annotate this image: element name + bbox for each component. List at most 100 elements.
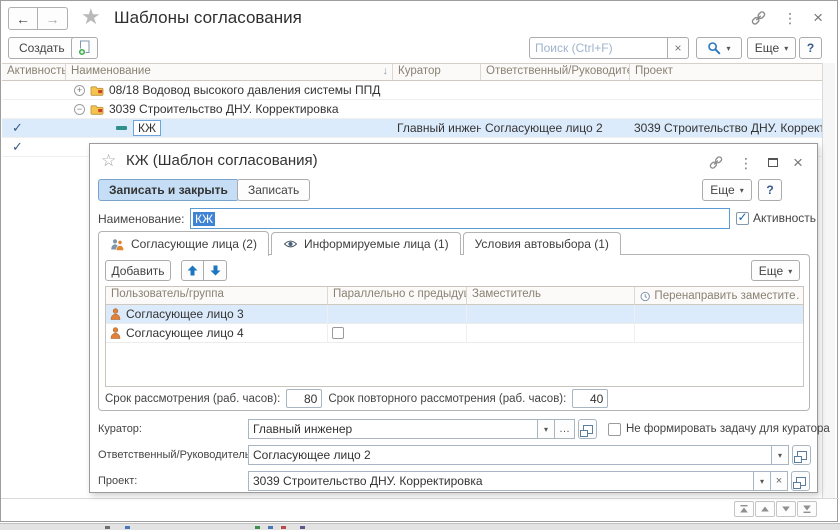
column-parallel[interactable]: Параллельно с предыдущим — [328, 287, 467, 304]
responsible-open-button[interactable] — [792, 445, 811, 465]
chevron-down-icon: ▾ — [788, 268, 792, 276]
link-icon[interactable] — [708, 156, 724, 169]
search-group: × — [529, 37, 689, 59]
project-clear-button[interactable]: × — [771, 471, 788, 491]
pager-separator — [1, 498, 839, 499]
ellipsis-icon: … — [559, 427, 570, 431]
curator-choose-button[interactable]: … — [555, 419, 575, 439]
open-icon — [583, 425, 593, 434]
open-icon — [797, 451, 807, 460]
more-label: Еще — [755, 41, 779, 55]
tab-approvers[interactable]: Согласующие лица (2) — [98, 231, 269, 256]
menu-kebab-icon[interactable]: ⋮ — [783, 11, 797, 25]
forward-button[interactable]: → — [38, 7, 68, 30]
chevron-down-icon: ▾ — [784, 45, 788, 53]
panel-more-button[interactable]: Еще▾ — [751, 260, 800, 281]
column-redirect-deputy[interactable]: Перенаправить заместите… — [635, 287, 803, 304]
list-toolbar: Создать × ▾ Еще ▾ ? — [1, 37, 837, 63]
column-user-group[interactable]: Пользователь/группа — [106, 287, 328, 304]
curator-label: Куратор: — [98, 423, 142, 435]
save-button[interactable]: Записать — [237, 179, 310, 201]
person-icon — [110, 308, 121, 320]
link-icon[interactable] — [750, 11, 767, 25]
column-responsible[interactable]: Ответственный/Руководитель — [481, 64, 630, 80]
clear-icon: × — [776, 475, 782, 487]
curator-dropdown-button[interactable]: ▾ — [538, 419, 555, 439]
dialog-more-button[interactable]: Еще▾ — [702, 179, 752, 201]
window-close-icon[interactable]: × — [813, 9, 823, 26]
group-row[interactable]: − 3039 Строительство ДНУ. Корректировка — [2, 100, 826, 119]
tab-informed-label: Информируемые лица (1) — [304, 237, 449, 251]
add-button[interactable]: Добавить — [105, 260, 171, 281]
create-button[interactable]: Создать — [8, 37, 76, 59]
approvers-table: Пользователь/группа Параллельно с предыд… — [105, 286, 804, 387]
blue-arrow-down-icon — [210, 265, 221, 276]
chevron-down-icon: ▾ — [544, 426, 548, 434]
favorite-star-outline-icon[interactable]: ☆ — [101, 151, 116, 171]
responsible-input[interactable] — [248, 445, 772, 465]
list-more-button[interactable]: Еще ▾ — [747, 37, 796, 59]
move-down-button[interactable] — [204, 260, 227, 281]
search-mode-button[interactable]: ▾ — [696, 37, 742, 59]
group-row[interactable]: + 08/18 Водовод высокого давления систем… — [2, 81, 826, 100]
go-last-button[interactable] — [797, 501, 817, 517]
create-button-label: Создать — [19, 41, 65, 55]
collapse-icon[interactable]: − — [74, 104, 85, 115]
column-curator[interactable]: Куратор — [393, 64, 481, 80]
no-task-checkbox[interactable]: Не формировать задачу для куратора — [608, 423, 830, 436]
search-clear-button[interactable]: × — [668, 37, 689, 59]
review-term-input[interactable] — [286, 389, 322, 408]
column-redirect-label: Перенаправить заместите… — [654, 290, 799, 302]
dialog-close-icon[interactable]: × — [793, 154, 803, 171]
menu-kebab-icon[interactable]: ⋮ — [739, 156, 753, 170]
column-name[interactable]: Наименование↓ — [66, 64, 393, 80]
dialog-help-button[interactable]: ? — [758, 179, 782, 201]
curator-open-button[interactable] — [578, 419, 597, 439]
column-project[interactable]: Проект — [630, 64, 826, 80]
activity-check-icon: ✓ — [6, 139, 23, 154]
search-input[interactable] — [529, 37, 668, 59]
item-curator: Главный инженер — [393, 121, 481, 135]
name-input[interactable]: КЖ — [190, 208, 730, 229]
dialog-title: КЖ (Шаблон согласования) — [126, 152, 318, 169]
group-name: 08/18 Водовод высокого давления системы … — [109, 83, 380, 97]
column-activity[interactable]: Активность — [2, 64, 66, 80]
go-first-button[interactable] — [734, 501, 754, 517]
forward-arrow-icon: → — [46, 11, 60, 27]
column-name-label: Наименование — [71, 65, 151, 77]
help-button[interactable]: ? — [799, 37, 822, 59]
column-deputy[interactable]: Заместитель — [467, 287, 635, 304]
chevron-down-icon: ▾ — [740, 187, 744, 195]
approver-row[interactable]: Согласующее лицо 4 — [106, 324, 803, 343]
blue-arrow-up-icon — [187, 265, 198, 276]
approver-row[interactable]: Согласующее лицо 3 — [106, 305, 803, 324]
move-up-button[interactable] — [181, 260, 204, 281]
curator-input[interactable] — [248, 419, 538, 439]
project-input[interactable] — [248, 471, 754, 491]
back-button[interactable]: ← — [8, 7, 38, 30]
item-name-focus: КЖ — [133, 120, 161, 136]
create-new-by-copy-button[interactable] — [71, 37, 98, 59]
parallel-checkbox[interactable] — [332, 327, 344, 339]
maximize-icon[interactable] — [768, 158, 778, 167]
responsible-row: Ответственный/Руководитель: ▾ — [90, 445, 819, 467]
selected-item-row[interactable]: ✓ КЖ Главный инженер Согласующее лицо 2 … — [2, 119, 826, 138]
arrow-up-icon — [760, 504, 770, 514]
project-open-button[interactable] — [791, 471, 810, 491]
search-icon — [707, 41, 721, 55]
checkbox-checked: ✓ — [736, 212, 749, 225]
approver-name: Согласующее лицо 4 — [126, 326, 244, 340]
tab-autoselect[interactable]: Условия автовыбора (1) — [463, 232, 621, 255]
chevron-down-icon: ▾ — [726, 45, 730, 53]
go-down-button[interactable] — [776, 501, 796, 517]
repeat-review-term-input[interactable] — [572, 389, 608, 408]
go-up-button[interactable] — [755, 501, 775, 517]
responsible-dropdown-button[interactable]: ▾ — [772, 445, 789, 465]
project-dropdown-button[interactable]: ▾ — [754, 471, 771, 491]
person-icon — [110, 327, 121, 339]
expand-icon[interactable]: + — [74, 85, 85, 96]
favorite-star-icon[interactable]: ★ — [81, 4, 101, 30]
tab-informed[interactable]: Информируемые лица (1) — [271, 232, 461, 255]
save-and-close-button[interactable]: Записать и закрыть — [98, 179, 239, 201]
activity-checkbox[interactable]: ✓ Активность — [736, 211, 816, 225]
